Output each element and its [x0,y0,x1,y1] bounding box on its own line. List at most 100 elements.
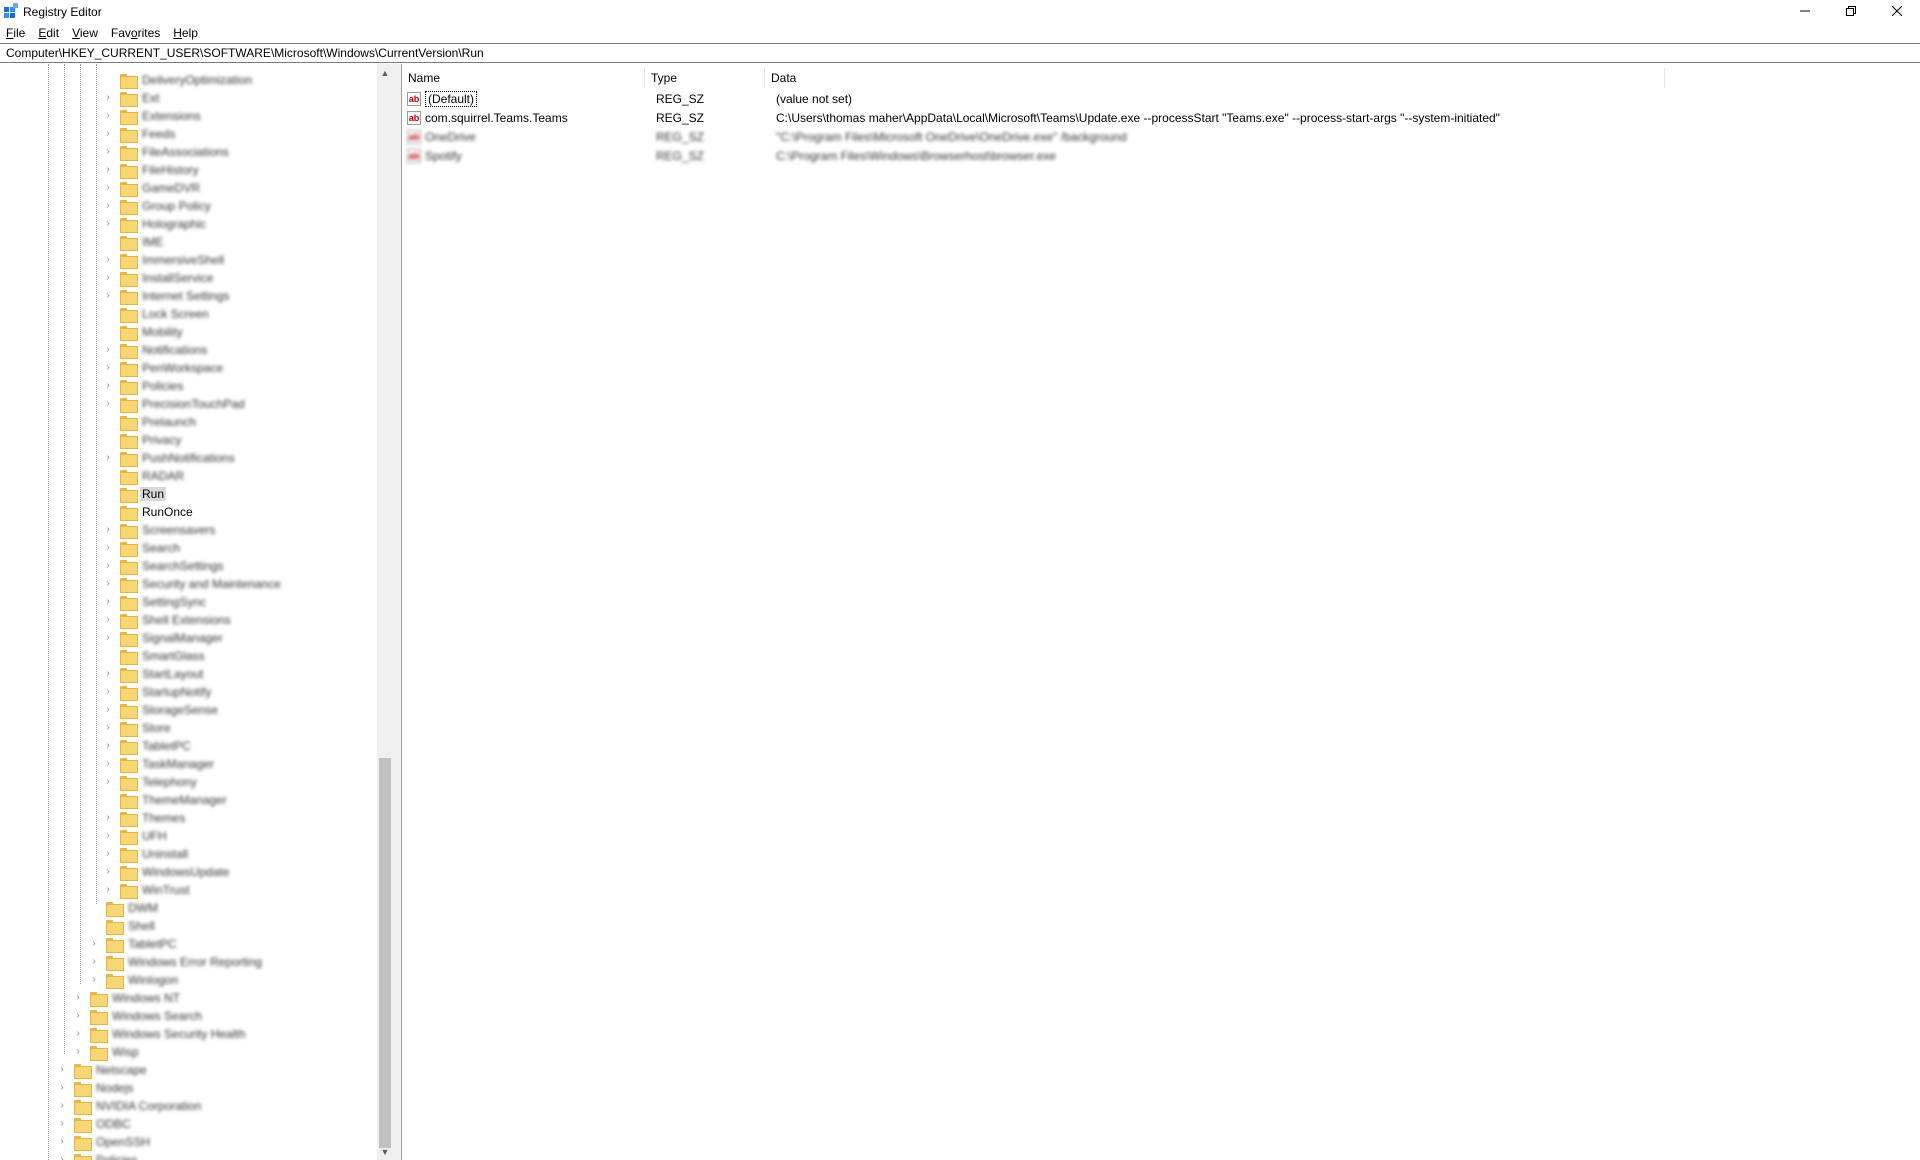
tree-item[interactable]: SmartGlass [102,647,207,665]
tree-item[interactable]: Run [102,485,167,503]
expand-chevron-icon[interactable]: › [102,359,114,377]
menu-help[interactable]: Help [167,24,204,42]
expand-chevron-icon[interactable]: › [102,449,114,467]
tree-item[interactable]: › Store [102,719,173,737]
registry-key-tree[interactable]: DeliveryOptimization › Ext › Extensions › Feed… [0,64,393,1160]
expand-chevron-icon[interactable]: › [56,1115,68,1133]
expand-chevron-icon[interactable]: › [102,773,114,791]
tree-item[interactable]: › InstallService [102,269,215,287]
scroll-down-arrow-icon[interactable]: ▼ [377,1143,393,1160]
expand-chevron-icon[interactable]: › [56,1151,68,1160]
tree-item[interactable]: › NVIDIA Corporation [56,1097,203,1115]
value-row[interactable]: ab (Default) REG_SZ (value not set) [402,90,1602,109]
expand-chevron-icon[interactable]: › [102,755,114,773]
value-row[interactable]: ab com.squirrel.Teams.Teams REG_SZ C:\Users… [402,109,1602,128]
expand-chevron-icon[interactable]: › [56,1097,68,1115]
expand-chevron-icon[interactable]: › [102,521,114,539]
tree-item[interactable]: › Netscape [56,1061,149,1079]
expand-chevron-icon[interactable]: › [102,269,114,287]
tree-item[interactable]: › Windows Error Reporting [88,953,264,971]
close-button[interactable] [1874,0,1920,22]
tree-item[interactable]: › Internet Settings [102,287,231,305]
tree-item[interactable]: IME [102,233,165,251]
expand-chevron-icon[interactable]: › [72,989,84,1007]
tree-item[interactable]: › StartupNotify [102,683,213,701]
expand-chevron-icon[interactable]: › [72,1025,84,1043]
restore-button[interactable] [1828,0,1874,22]
tree-item[interactable]: › OpenSSH [56,1133,152,1151]
menu-file[interactable]: File [0,24,31,42]
tree-item[interactable]: › TaskManager [102,755,216,773]
expand-chevron-icon[interactable]: › [102,215,114,233]
expand-chevron-icon[interactable]: › [72,1043,84,1061]
expand-chevron-icon[interactable]: › [88,953,100,971]
values-list[interactable]: Name Type Data ab (Default) REG_SZ (value n… [401,64,1920,1160]
expand-chevron-icon[interactable]: › [102,575,114,593]
expand-chevron-icon[interactable]: › [102,341,114,359]
tree-item[interactable]: › FileAssociations [102,143,231,161]
tree-item[interactable]: › Wisp [72,1043,141,1061]
expand-chevron-icon[interactable]: › [56,1061,68,1079]
tree-item[interactable]: › StartLayout [102,665,205,683]
expand-chevron-icon[interactable]: › [88,935,100,953]
expand-chevron-icon[interactable]: › [102,107,114,125]
tree-item[interactable]: › Holographic [102,215,208,233]
tree-item[interactable]: DeliveryOptimization [102,71,254,89]
tree-item[interactable]: DWM [88,899,160,917]
expand-chevron-icon[interactable]: › [102,827,114,845]
expand-chevron-icon[interactable]: › [102,845,114,863]
tree-item[interactable]: RADAR [102,467,186,485]
expand-chevron-icon[interactable]: › [102,629,114,647]
tree-item[interactable]: › Notifications [102,341,209,359]
pane-splitter[interactable] [393,64,401,1160]
expand-chevron-icon[interactable]: › [102,539,114,557]
expand-chevron-icon[interactable]: › [102,89,114,107]
tree-item[interactable]: › Ext [102,89,161,107]
expand-chevron-icon[interactable]: › [102,557,114,575]
value-row[interactable]: ab OneDrive REG_SZ "C:\Program Files\Micros… [402,128,1602,147]
tree-item[interactable]: Prelaunch [102,413,198,431]
tree-item[interactable]: › ODBC [56,1115,133,1133]
tree-item[interactable]: › GameDVR [102,179,202,197]
tree-item[interactable]: Shell [88,917,157,935]
tree-item[interactable]: › Windows Security Health [72,1025,247,1043]
tree-item[interactable]: › SettingSync [102,593,208,611]
value-row[interactable]: ab Spotify REG_SZ C:\Program Files\Windows\… [402,147,1602,166]
menu-view[interactable]: View [66,24,104,42]
expand-chevron-icon[interactable]: › [102,179,114,197]
tree-item[interactable]: › Policies [56,1151,139,1160]
tree-item[interactable]: › WinTrust [102,881,192,899]
expand-chevron-icon[interactable]: › [102,701,114,719]
tree-scrollbar[interactable]: ▲ ▼ [377,64,393,1160]
expand-chevron-icon[interactable]: › [102,719,114,737]
tree-item[interactable]: › Policies [102,377,185,395]
tree-item[interactable]: Lock Screen [102,305,211,323]
expand-chevron-icon[interactable]: › [102,395,114,413]
tree-item[interactable]: Mobility [102,323,185,341]
expand-chevron-icon[interactable]: › [102,377,114,395]
column-header-name[interactable]: Name [402,68,645,88]
scroll-thumb[interactable] [379,758,391,1148]
tree-item[interactable]: RunOnce [102,503,195,521]
tree-item[interactable]: Privacy [102,431,183,449]
tree-item[interactable]: › Group Policy [102,197,213,215]
tree-item[interactable]: › Themes [102,809,187,827]
expand-chevron-icon[interactable]: › [102,125,114,143]
tree-item[interactable]: › WindowsUpdate [102,863,231,881]
tree-item[interactable]: › UFH [102,827,169,845]
expand-chevron-icon[interactable]: › [72,1007,84,1025]
expand-chevron-icon[interactable]: › [102,863,114,881]
tree-item[interactable]: › FileHistory [102,161,201,179]
menu-edit[interactable]: Edit [32,24,65,42]
expand-chevron-icon[interactable]: › [102,881,114,899]
tree-item[interactable]: › Search [102,539,182,557]
tree-item[interactable]: › TabletPC [88,935,179,953]
tree-item[interactable]: › PushNotifications [102,449,237,467]
expand-chevron-icon[interactable]: › [102,143,114,161]
tree-item[interactable]: › ImmersiveShell [102,251,226,269]
tree-item[interactable]: › Security and Maintenance [102,575,283,593]
expand-chevron-icon[interactable]: › [102,665,114,683]
tree-item[interactable]: › SignalManager [102,629,225,647]
expand-chevron-icon[interactable]: › [102,161,114,179]
tree-item[interactable]: › Extensions [102,107,203,125]
